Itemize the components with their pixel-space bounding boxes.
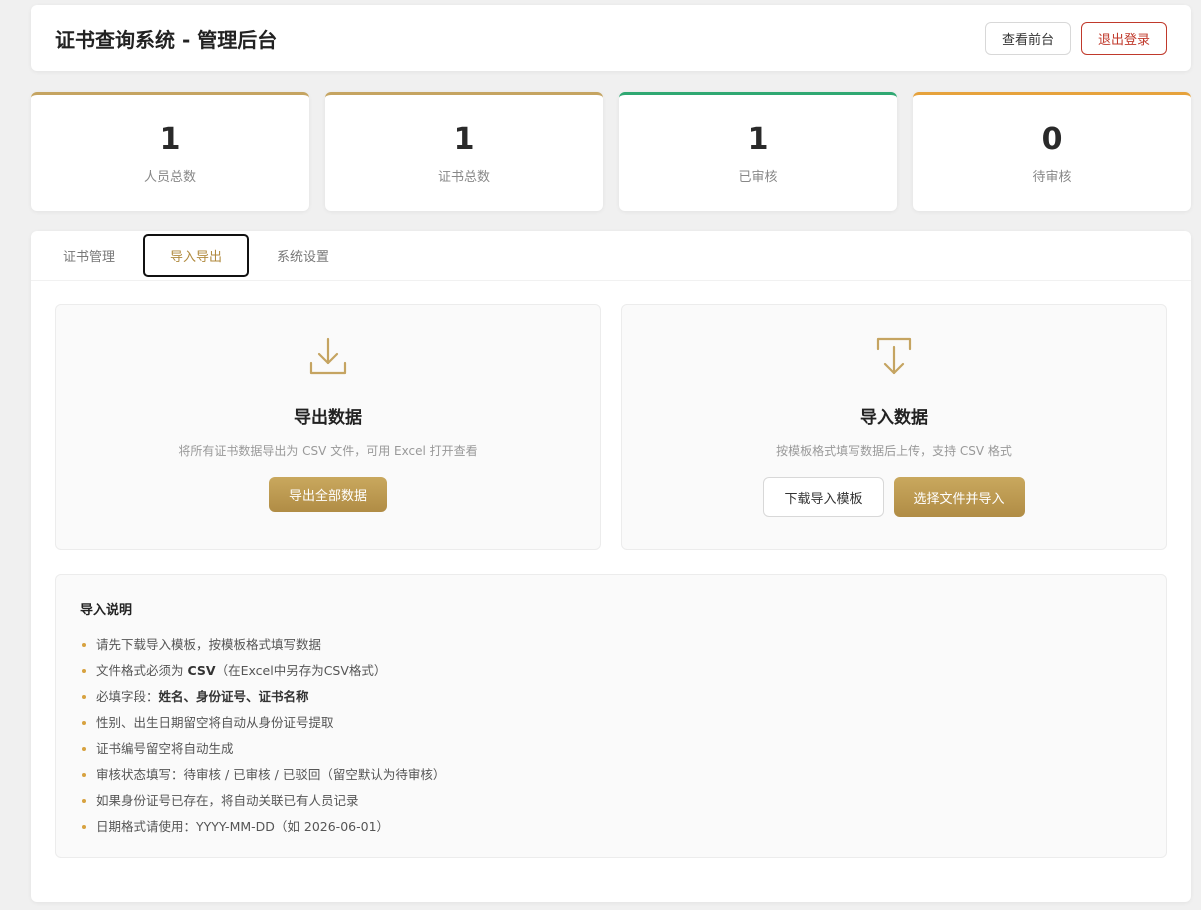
main-panel: 证书管理 导入导出 系统设置 导出数据 将所有证书数据导出为 CSV 文件，可用…	[31, 231, 1191, 902]
list-item: 请先下载导入模板，按模板格式填写数据	[80, 632, 1142, 658]
view-frontend-button[interactable]: 查看前台	[984, 21, 1071, 55]
stat-value: 1	[453, 121, 475, 157]
admin-page: 证书查询系统 - 管理后台 查看前台 退出登录 1 人员总数 1 证书总数 1 …	[0, 0, 1201, 910]
stat-value: 0	[1041, 121, 1063, 157]
stat-card-pending: 0 待审核	[913, 92, 1191, 211]
import-instructions: 导入说明 请先下载导入模板，按模板格式填写数据 文件格式必须为 CSV（在Exc…	[55, 574, 1167, 858]
stat-label: 人员总数	[143, 169, 196, 185]
tab-system-settings[interactable]: 系统设置	[259, 234, 347, 277]
tab-import-export[interactable]: 导入导出	[143, 234, 250, 277]
export-card: 导出数据 将所有证书数据导出为 CSV 文件，可用 Excel 打开查看 导出全…	[55, 304, 601, 550]
download-icon	[309, 337, 347, 375]
list-item: 如果身份证号已存在，将自动关联已有人员记录	[80, 788, 1142, 814]
logout-button[interactable]: 退出登录	[1080, 21, 1167, 55]
list-item: 证书编号留空将自动生成	[80, 736, 1142, 762]
stats-row: 1 人员总数 1 证书总数 1 已审核 0 待审核	[31, 92, 1191, 211]
stat-card-people: 1 人员总数	[31, 92, 309, 211]
import-description: 按模板格式填写数据后上传，支持 CSV 格式	[776, 444, 1012, 458]
export-description: 将所有证书数据导出为 CSV 文件，可用 Excel 打开查看	[178, 444, 478, 458]
import-card: 导入数据 按模板格式填写数据后上传，支持 CSV 格式 下载导入模板 选择文件并…	[621, 304, 1167, 550]
instructions-title: 导入说明	[80, 603, 133, 618]
stat-value: 1	[159, 121, 181, 157]
list-item: 性别、出生日期留空将自动从身份证号提取	[80, 710, 1142, 736]
import-icon	[876, 337, 912, 375]
stat-value: 1	[747, 121, 769, 157]
stat-card-certificates: 1 证书总数	[325, 92, 603, 211]
page-title: 证书查询系统 - 管理后台	[55, 27, 278, 52]
stat-label: 待审核	[1032, 169, 1072, 185]
import-actions: 下载导入模板 选择文件并导入	[763, 477, 1025, 517]
list-item: 文件格式必须为 CSV（在Excel中另存为CSV格式）	[80, 658, 1142, 684]
stat-label: 已审核	[738, 169, 778, 185]
instructions-list: 请先下载导入模板，按模板格式填写数据 文件格式必须为 CSV（在Excel中另存…	[80, 632, 1142, 840]
list-item: 审核状态填写：待审核 / 已审核 / 已驳回（留空默认为待审核）	[80, 762, 1142, 788]
header-actions: 查看前台 退出登录	[984, 21, 1167, 55]
import-export-cards: 导出数据 将所有证书数据导出为 CSV 文件，可用 Excel 打开查看 导出全…	[55, 304, 1167, 550]
stat-label: 证书总数	[437, 169, 490, 185]
list-item: 日期格式请使用：YYYY-MM-DD（如 2026-06-01）	[80, 814, 1142, 840]
select-file-import-button[interactable]: 选择文件并导入	[893, 477, 1025, 517]
download-template-button[interactable]: 下载导入模板	[763, 477, 884, 517]
stat-card-approved: 1 已审核	[619, 92, 897, 211]
import-title: 导入数据	[860, 408, 928, 428]
tab-bar: 证书管理 导入导出 系统设置	[31, 231, 1191, 281]
export-title: 导出数据	[294, 408, 362, 428]
export-actions: 导出全部数据	[268, 477, 387, 512]
header: 证书查询系统 - 管理后台 查看前台 退出登录	[31, 5, 1191, 71]
export-all-button[interactable]: 导出全部数据	[268, 477, 387, 512]
list-item: 必填字段：姓名、身份证号、证书名称	[80, 684, 1142, 710]
tab-certificate-management[interactable]: 证书管理	[45, 234, 133, 277]
